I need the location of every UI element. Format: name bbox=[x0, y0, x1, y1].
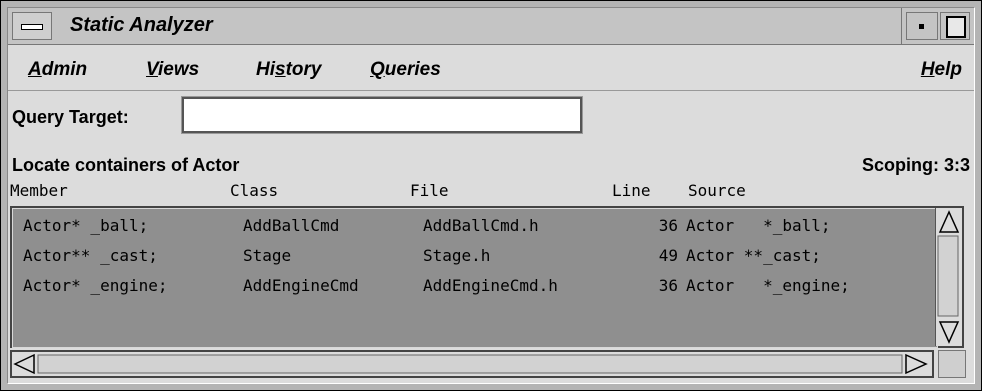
column-header-file: File bbox=[410, 181, 449, 200]
horizontal-scrollbar[interactable] bbox=[10, 350, 934, 378]
menu-history[interactable]: History bbox=[256, 59, 321, 81]
column-header-line: Line bbox=[612, 181, 651, 200]
scroll-down-arrow-icon bbox=[938, 321, 960, 344]
column-header-member: Member bbox=[10, 181, 68, 200]
cell-file: AddBallCmd.h bbox=[423, 216, 539, 235]
table-row[interactable]: Actor* _ball; AddBallCmd AddBallCmd.h 36… bbox=[13, 211, 937, 241]
menu-admin[interactable]: Admin bbox=[28, 59, 87, 81]
menu-history-mnemonic: s bbox=[275, 59, 286, 80]
maximize-button[interactable] bbox=[940, 12, 970, 40]
menu-bar: Admin Views History Queries Help bbox=[8, 46, 974, 91]
vertical-scrollbar-graphic bbox=[937, 210, 960, 344]
menu-views-label: iews bbox=[157, 59, 200, 80]
results-list: Actor* _ball; AddBallCmd AddBallCmd.h 36… bbox=[10, 206, 964, 348]
horizontal-scrollbar-graphic bbox=[13, 353, 928, 375]
table-row[interactable]: Actor** _cast; Stage Stage.h 49 Actor **… bbox=[13, 241, 937, 271]
cell-file: AddEngineCmd.h bbox=[423, 276, 558, 295]
title-controls bbox=[901, 8, 974, 44]
window-menu-button[interactable] bbox=[12, 12, 52, 40]
table-row[interactable]: Actor* _engine; AddEngineCmd AddEngineCm… bbox=[13, 271, 937, 301]
query-target-input[interactable] bbox=[181, 96, 583, 134]
vertical-scrollbar[interactable] bbox=[935, 208, 962, 346]
minimize-icon bbox=[919, 24, 924, 29]
menu-help-mnemonic: H bbox=[920, 59, 935, 80]
static-analyzer-window: Static Analyzer Admin Views History Quer… bbox=[0, 0, 982, 391]
cell-source: Actor *_ball; bbox=[686, 216, 831, 235]
cell-class: Stage bbox=[243, 246, 292, 265]
cell-source: Actor *_engine; bbox=[686, 276, 850, 295]
vertical-scroll-thumb bbox=[937, 235, 959, 317]
maximize-icon bbox=[946, 16, 966, 38]
scrollbar-corner bbox=[938, 350, 966, 378]
cell-line: 49 bbox=[658, 246, 678, 265]
locate-status: Locate containers of Actor bbox=[12, 155, 240, 175]
menu-views[interactable]: Views bbox=[146, 59, 199, 81]
cell-member: Actor* _ball; bbox=[23, 216, 149, 235]
query-target-label: Query Target: bbox=[12, 107, 129, 127]
scroll-up-arrow-icon bbox=[938, 210, 960, 233]
cell-class: AddEngineCmd bbox=[243, 276, 359, 295]
cell-file: Stage.h bbox=[423, 246, 491, 265]
cell-line: 36 bbox=[658, 216, 678, 235]
scoping-status: Scoping: 3:3 bbox=[861, 155, 970, 175]
menu-queries-mnemonic: Q bbox=[370, 59, 385, 80]
cell-source: Actor **_cast; bbox=[686, 246, 821, 265]
cell-class: AddBallCmd bbox=[243, 216, 340, 235]
column-header-class: Class bbox=[230, 181, 279, 200]
cell-line: 36 bbox=[658, 276, 678, 295]
window-menu-icon bbox=[21, 24, 43, 30]
menu-queries[interactable]: Queries bbox=[370, 59, 441, 81]
menu-history-label: tory bbox=[285, 59, 322, 80]
menu-queries-label: ueries bbox=[384, 59, 441, 80]
menu-help-label: elp bbox=[934, 59, 962, 80]
menu-history-pre: Hi bbox=[256, 59, 275, 80]
horizontal-scroll-thumb bbox=[37, 354, 903, 374]
scroll-right-arrow-icon bbox=[905, 353, 928, 375]
menu-admin-mnemonic: A bbox=[28, 59, 42, 80]
menu-admin-label: dmin bbox=[41, 59, 88, 80]
window-title: Static Analyzer bbox=[70, 14, 213, 36]
results-list-content: Actor* _ball; AddBallCmd AddBallCmd.h 36… bbox=[12, 208, 938, 348]
minimize-button[interactable] bbox=[906, 12, 938, 40]
scroll-left-arrow-icon bbox=[13, 353, 35, 375]
title-bar[interactable]: Static Analyzer bbox=[8, 8, 974, 45]
column-header-source: Source bbox=[688, 181, 746, 200]
window-body: Static Analyzer Admin Views History Quer… bbox=[7, 7, 975, 384]
cell-member: Actor* _engine; bbox=[23, 276, 168, 295]
menu-help[interactable]: Help bbox=[921, 59, 962, 81]
menu-views-mnemonic: V bbox=[146, 59, 158, 80]
cell-member: Actor** _cast; bbox=[23, 246, 158, 265]
